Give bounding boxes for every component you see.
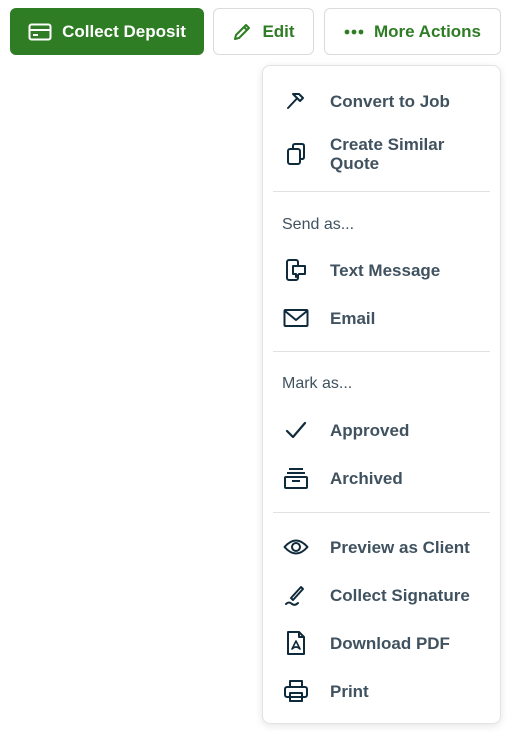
send-as-section-label: Send as... <box>282 216 355 233</box>
menu-item-approved[interactable]: Approved <box>263 417 500 443</box>
collect-deposit-button[interactable]: Collect Deposit <box>10 8 204 55</box>
more-actions-label: More Actions <box>373 21 482 41</box>
menu-item-preview-as-client[interactable]: Preview as Client <box>263 534 500 560</box>
ellipsis-icon <box>344 29 364 35</box>
checkmark-icon <box>283 417 309 443</box>
mark-as-section-label: Mark as... <box>282 375 353 392</box>
create-similar-quote-line-1: Create Similar <box>330 135 445 154</box>
pdf-file-icon <box>283 630 309 656</box>
download-pdf-label: Download PDF <box>330 633 450 653</box>
menu-item-text-message[interactable]: Text Message <box>263 257 500 283</box>
archive-box-icon <box>283 465 309 491</box>
hammer-icon <box>283 88 309 114</box>
pencil-icon <box>232 22 252 42</box>
printer-icon <box>283 678 309 704</box>
mobile-message-icon <box>283 257 309 283</box>
menu-item-print[interactable]: Print <box>263 678 500 704</box>
create-similar-quote-line-2: Quote <box>330 154 380 173</box>
convert-to-job-label: Convert to Job <box>330 91 450 111</box>
more-actions-menu: Convert to Job Create Similar Quote Send… <box>262 65 501 724</box>
edit-button[interactable]: Edit <box>213 8 314 55</box>
copy-icon <box>283 141 309 167</box>
approved-label: Approved <box>330 420 410 440</box>
menu-divider <box>273 351 490 352</box>
archived-label: Archived <box>330 468 403 488</box>
collect-deposit-label: Collect Deposit <box>62 21 186 41</box>
edit-label: Edit <box>262 21 295 41</box>
preview-as-client-label: Preview as Client <box>330 537 470 557</box>
print-label: Print <box>330 681 369 701</box>
menu-item-create-similar-quote[interactable]: Create Similar Quote <box>263 134 500 174</box>
menu-item-download-pdf[interactable]: Download PDF <box>263 630 500 656</box>
credit-card-icon <box>28 23 52 41</box>
menu-item-email[interactable]: Email <box>263 305 500 331</box>
collect-signature-label: Collect Signature <box>330 585 470 605</box>
menu-item-convert-to-job[interactable]: Convert to Job <box>263 88 500 114</box>
menu-item-archived[interactable]: Archived <box>263 465 500 491</box>
envelope-icon <box>283 305 309 331</box>
eye-icon <box>283 534 309 560</box>
email-label: Email <box>330 308 376 328</box>
more-actions-button[interactable]: More Actions <box>324 8 501 55</box>
menu-item-collect-signature[interactable]: Collect Signature <box>263 582 500 608</box>
quote-actions-toolbar: Collect Deposit Edit More Actions Conver… <box>0 0 511 738</box>
menu-divider <box>273 191 490 192</box>
signature-pen-icon <box>283 582 309 608</box>
menu-divider <box>273 512 490 513</box>
text-message-label: Text Message <box>330 260 441 280</box>
create-similar-quote-label: Create Similar Quote <box>330 135 444 173</box>
